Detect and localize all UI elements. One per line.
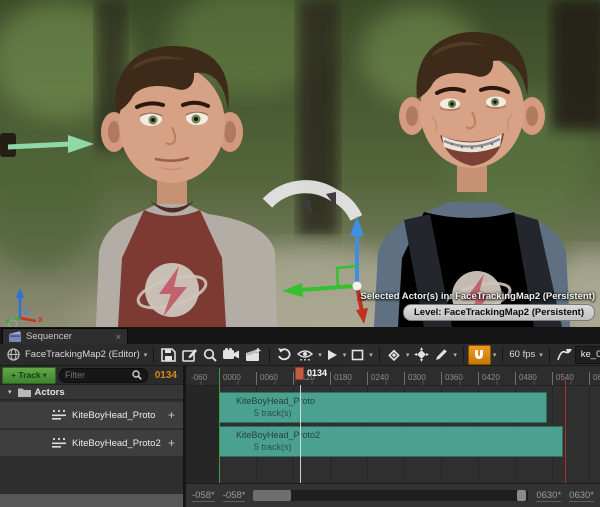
current-map-label[interactable]: FaceTrackingMap2 (Editor) [23, 349, 142, 360]
actors-folder-label: Actors [34, 386, 65, 398]
track-lanes[interactable]: KiteBoyHead_Proto 5 track(s) KiteBoyHead… [186, 385, 600, 483]
level-viewport[interactable]: Selected Actor(s) in: FaceTrackingMap2 (… [0, 0, 600, 327]
render-movie-button[interactable] [243, 345, 265, 365]
tab-close-icon[interactable]: × [116, 332, 121, 342]
edit-mode-button[interactable] [432, 345, 451, 365]
axis-x-label: x [38, 314, 44, 324]
save-button[interactable] [158, 345, 179, 365]
range-bar: -058* -058* 0630* 0630* [186, 483, 600, 507]
track-row-label: KiteBoyHead_Proto [72, 409, 156, 421]
track-row-kiteboyhead-proto[interactable]: KiteBoyHead_Proto + [0, 402, 183, 428]
auto-key-button[interactable] [411, 345, 432, 365]
view-options-icon[interactable] [294, 345, 316, 365]
playback-end-marker[interactable] [565, 378, 566, 483]
chevron-down-icon[interactable]: ▾ [404, 351, 412, 359]
ruler-tick: 0600 [589, 372, 600, 385]
chevron-down-icon[interactable]: ▾ [537, 351, 545, 359]
timeline-ruler[interactable]: -060 0000 0060 0120 0180 0240 0300 0360 … [186, 366, 600, 386]
magnet-icon [475, 349, 484, 359]
section-bar-info: 5 track(s) [254, 442, 292, 452]
chevron-down-icon: ▾ [42, 369, 47, 380]
curve-editor-button[interactable] [554, 345, 575, 365]
keyframe-options-button[interactable] [384, 345, 404, 365]
ruler-tick: 0060 [256, 372, 278, 385]
world-icon [4, 345, 23, 365]
select-edit-options-button[interactable] [348, 345, 367, 365]
actors-folder-row[interactable]: ▾ Actors [0, 385, 183, 400]
search-icon [132, 370, 142, 380]
playhead-line[interactable] [300, 385, 301, 483]
sequencer-panel: Sequencer × FaceTrackingMap2 (Editor) ▾ [0, 327, 600, 507]
ruler-tick: 0300 [404, 372, 426, 385]
axis-z-label: Z [24, 306, 30, 316]
playback-start-marker[interactable] [219, 368, 220, 483]
viewport-render [0, 0, 600, 327]
ruler-tick: 0420 [478, 372, 500, 385]
current-frame-counter: 0134 [154, 369, 177, 381]
track-row-label: KiteBoyHead_Proto2 [72, 437, 161, 449]
section-bar-kiteboyhead-proto2[interactable]: KiteBoyHead_Proto2 5 track(s) [219, 426, 563, 457]
undo-icon[interactable] [274, 345, 294, 365]
sequencer-tab-icon [9, 331, 21, 342]
section-bar-name: KiteBoyHead_Proto [236, 396, 316, 406]
range-scrollbar[interactable] [253, 490, 529, 501]
chevron-down-icon[interactable]: ▾ [142, 351, 150, 359]
unreal-editor-window: Selected Actor(s) in: FaceTrackingMap2 (… [0, 0, 600, 507]
range-end-field[interactable]: 0630* [569, 490, 594, 502]
ruler-tick: -060 [191, 373, 208, 382]
sequencer-toolbar: FaceTrackingMap2 (Editor) ▾ ▾ ▾ ▾ ▾ ▾ ▾ … [0, 344, 600, 366]
ruler-tick: 0240 [367, 372, 389, 385]
add-section-button[interactable]: + [168, 436, 175, 450]
filter-placeholder: Filter [65, 370, 85, 380]
actor-binding-icon [52, 437, 66, 448]
tab-title: Sequencer [26, 331, 72, 342]
chevron-down-icon[interactable]: ▾ [451, 351, 459, 359]
fps-selector[interactable]: 60 fps [507, 349, 537, 360]
selected-actors-overlay: Selected Actor(s) in: FaceTrackingMap2 (… [360, 291, 595, 302]
chevron-down-icon[interactable]: ▾ [367, 351, 375, 359]
range-scrollbar-handle[interactable] [253, 490, 292, 501]
ruler-tick: 0000 [219, 372, 241, 385]
section-bar-name: KiteBoyHead_Proto2 [236, 430, 321, 440]
filter-input[interactable]: Filter [59, 367, 148, 383]
ruler-tick: 0480 [515, 372, 537, 385]
view-range-end-field[interactable]: 0630* [536, 490, 562, 502]
folder-icon [17, 388, 31, 397]
level-name-badge: Level: FaceTrackingMap2 (Persistent) [402, 304, 595, 321]
playhead-handle[interactable] [295, 367, 304, 380]
outliner-filter-row: + Track ▾ Filter 0134 [0, 366, 183, 385]
add-track-label: + Track [11, 370, 41, 380]
add-section-button[interactable]: + [168, 408, 175, 422]
ruler-tick: 0540 [552, 372, 574, 385]
range-start-field[interactable]: -058* [192, 490, 215, 502]
sequencer-outliner: + Track ▾ Filter 0134 ▾ Actors KiteBoyHe… [0, 366, 183, 507]
snapping-toggle-button[interactable] [467, 344, 491, 365]
take-name-field[interactable]: ke_0002 [574, 345, 600, 364]
playback-options-button[interactable] [324, 345, 341, 365]
rename-button[interactable] [179, 345, 200, 365]
range-scrollbar-grip[interactable] [517, 490, 527, 501]
track-row-kiteboyhead-proto2[interactable]: KiteBoyHead_Proto2 + [0, 430, 183, 456]
section-bar-kiteboyhead-proto[interactable]: KiteBoyHead_Proto 5 track(s) [219, 392, 547, 423]
take-name-value: ke_0002 [580, 349, 600, 360]
camera-button[interactable] [220, 345, 243, 365]
search-button[interactable] [200, 345, 220, 365]
chevron-down-icon[interactable]: ▾ [341, 351, 349, 359]
chevron-down-icon[interactable]: ▾ [316, 351, 324, 359]
sequencer-tabbar: Sequencer × [0, 327, 600, 344]
add-track-button[interactable]: + Track ▾ [2, 366, 56, 384]
outliner-empty-area [0, 494, 183, 507]
expand-arrow-icon[interactable]: ▾ [6, 388, 14, 396]
ruler-tick: 0180 [330, 372, 352, 385]
section-bar-info: 5 track(s) [254, 408, 292, 418]
view-range-start-field[interactable]: -058* [222, 490, 246, 502]
ruler-tick: 0360 [441, 372, 463, 385]
actor-binding-icon [52, 409, 66, 420]
tab-sequencer[interactable]: Sequencer × [2, 328, 128, 344]
chevron-down-icon[interactable]: ▾ [491, 351, 499, 359]
playhead-frame-label: 0134 [307, 368, 328, 378]
